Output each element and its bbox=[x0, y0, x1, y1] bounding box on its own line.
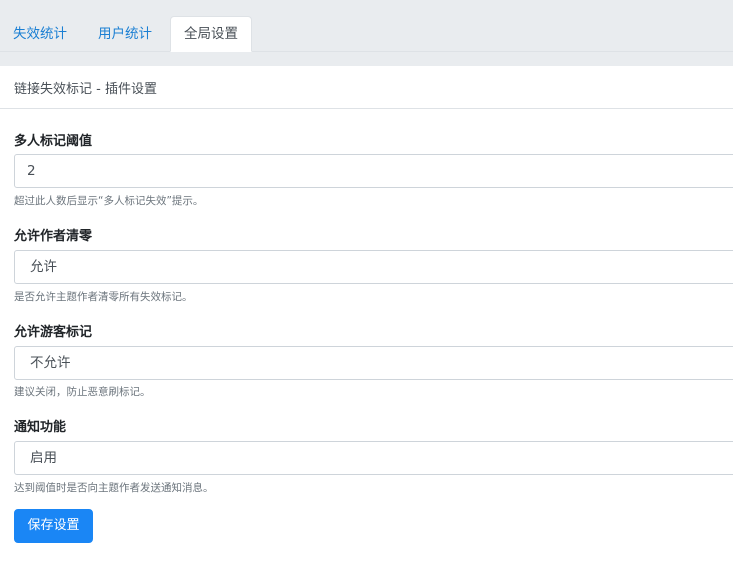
guest-mark-select[interactable]: 不允许 bbox=[14, 346, 733, 380]
threshold-label: 多人标记阈值 bbox=[14, 134, 93, 149]
panel-title: 链接失效标记 - 插件设置 bbox=[14, 82, 157, 97]
panel-header: 链接失效标记 - 插件设置 bbox=[0, 66, 733, 109]
threshold-input[interactable]: 2 bbox=[14, 154, 733, 188]
tab-bar: 失效统计 用户统计 全局设置 bbox=[0, 0, 733, 66]
tab-global-settings[interactable]: 全局设置 bbox=[170, 16, 252, 52]
notify-label: 通知功能 bbox=[14, 420, 67, 435]
settings-panel: 链接失效标记 - 插件设置 多人标记阈值 2 超过此人数后显示“多人标记失效”提… bbox=[0, 66, 733, 564]
notify-help: 达到阈值时是否向主题作者发送通知消息。 bbox=[14, 482, 214, 494]
notify-select[interactable]: 启用 bbox=[14, 441, 733, 475]
author-clear-label: 允许作者清零 bbox=[14, 229, 93, 244]
author-clear-help: 是否允许主题作者清零所有失效标记。 bbox=[14, 291, 193, 303]
author-clear-select[interactable]: 允许 bbox=[14, 250, 733, 284]
guest-mark-label: 允许游客标记 bbox=[14, 325, 93, 340]
save-settings-button[interactable]: 保存设置 bbox=[14, 509, 93, 543]
tab-user-stats[interactable]: 用户统计 bbox=[85, 17, 165, 52]
guest-mark-help: 建议关闭，防止恶意刷标记。 bbox=[14, 386, 151, 398]
threshold-help: 超过此人数后显示“多人标记失效”提示。 bbox=[14, 195, 204, 207]
tab-failure-stats[interactable]: 失效统计 bbox=[0, 17, 80, 52]
